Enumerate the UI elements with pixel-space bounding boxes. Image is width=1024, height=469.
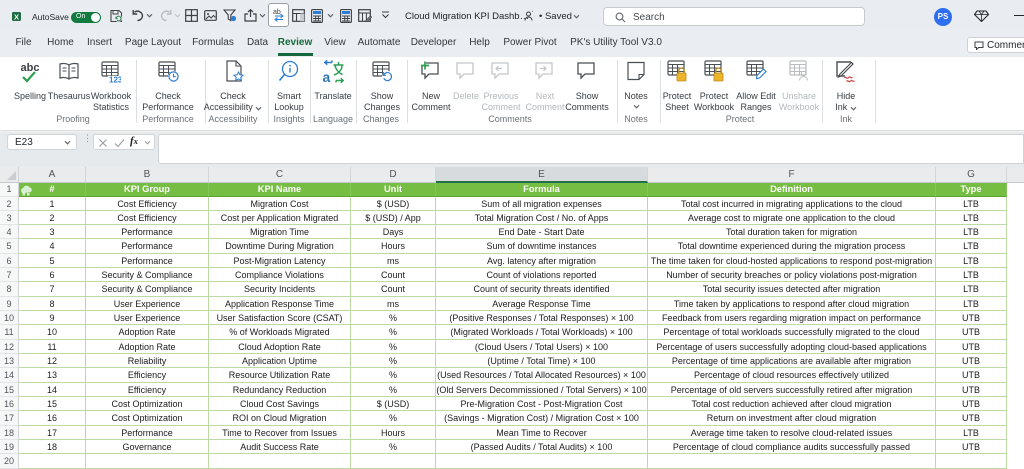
svg-text:abc: abc xyxy=(21,62,40,74)
svg-text:ʹ: ʹ xyxy=(532,10,533,17)
svg-text:123: 123 xyxy=(109,76,121,84)
svg-text:ab: ab xyxy=(273,9,281,16)
svg-text:X: X xyxy=(14,12,19,21)
svg-text:a: a xyxy=(323,69,331,85)
